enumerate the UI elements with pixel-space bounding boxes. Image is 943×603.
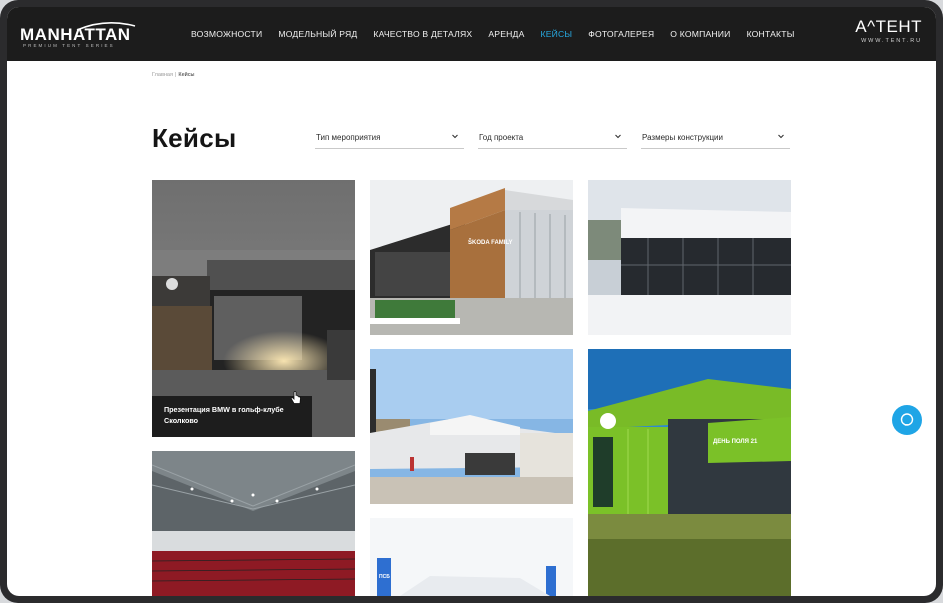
filter-event-type[interactable]: Тип мероприятия xyxy=(315,128,464,149)
bank-sign: ПСБ xyxy=(379,574,390,580)
device-frame: MANHATTAN PREMIUM TENT SERIES ВОЗМОЖНОСТ… xyxy=(0,0,943,603)
breadcrumb-home[interactable]: Главная xyxy=(152,72,173,78)
atent-logo-text: A^ТЕНТ xyxy=(855,17,922,36)
case-photo-bank: ПСБ xyxy=(370,518,573,596)
manhattan-logo[interactable]: MANHATTAN PREMIUM TENT SERIES xyxy=(20,19,136,49)
chevron-down-icon xyxy=(615,134,621,139)
case-card-skoda[interactable]: ŠKODA FAMILY xyxy=(370,180,573,335)
case-card-bank[interactable]: ПСБ xyxy=(370,518,573,596)
nav-item-cases[interactable]: КЕЙСЫ xyxy=(541,29,573,39)
atent-logo-url: WWW.TENT.RU xyxy=(861,38,922,44)
case-card-winter[interactable] xyxy=(588,180,791,335)
case-photo-winter xyxy=(588,180,791,335)
nav-item-contacts[interactable]: КОНТАКТЫ xyxy=(747,29,795,39)
browser-viewport: MANHATTAN PREMIUM TENT SERIES ВОЗМОЖНОСТ… xyxy=(7,7,936,596)
nav-item-about[interactable]: О КОМПАНИИ xyxy=(670,29,730,39)
manhattan-logo-text: MANHATTAN xyxy=(20,25,131,44)
breadcrumb-separator: | xyxy=(174,72,177,78)
green-pavilion-sign: ДЕНЬ ПОЛЯ 21 xyxy=(713,439,758,445)
chevron-down-icon xyxy=(452,134,458,139)
chat-bubble-icon xyxy=(900,413,914,426)
case-card-green[interactable]: ДЕНЬ ПОЛЯ 21 xyxy=(588,349,791,596)
filter-project-year[interactable]: Год проекта xyxy=(478,128,627,149)
skoda-sign: ŠKODA FAMILY xyxy=(468,238,513,246)
breadcrumb-current: Кейсы xyxy=(178,72,195,78)
filter-event-type-label: Тип мероприятия xyxy=(316,133,381,142)
breadcrumb: Главная | Кейсы xyxy=(152,72,194,78)
case-photo-hall xyxy=(152,451,355,596)
nav-item-models[interactable]: МОДЕЛЬНЫЙ РЯД xyxy=(278,29,357,39)
case-photo-green: ДЕНЬ ПОЛЯ 21 xyxy=(588,349,791,596)
case-card-caption: Презентация BMW в гольф-клубе Сколково xyxy=(152,396,312,437)
nav-item-gallery[interactable]: ФОТОГАЛЕРЕЯ xyxy=(588,29,654,39)
chat-button[interactable] xyxy=(892,405,922,435)
page-title: Кейсы xyxy=(152,123,237,153)
chevron-down-icon xyxy=(778,134,784,139)
hand-pointer-icon xyxy=(290,391,301,404)
manhattan-logo-subtitle: PREMIUM TENT SERIES xyxy=(23,43,115,48)
nav-item-rent[interactable]: АРЕНДА xyxy=(488,29,524,39)
case-card-expo-tent[interactable] xyxy=(370,349,573,504)
filter-construction-size-label: Размеры конструкции xyxy=(642,133,723,142)
case-card-bmw[interactable]: Презентация BMW в гольф-клубе Сколково xyxy=(152,180,355,437)
atent-logo[interactable]: A^ТЕНТ WWW.TENT.RU xyxy=(840,18,922,48)
case-photo-skoda: ŠKODA FAMILY xyxy=(370,180,573,335)
nav-item-quality[interactable]: КАЧЕСТВО В ДЕТАЛЯХ xyxy=(373,29,472,39)
filter-project-year-label: Год проекта xyxy=(479,133,524,142)
site-header: MANHATTAN PREMIUM TENT SERIES ВОЗМОЖНОСТ… xyxy=(7,7,936,61)
filter-construction-size[interactable]: Размеры конструкции xyxy=(641,128,790,149)
case-photo-expo-tent xyxy=(370,349,573,504)
nav-item-capabilities[interactable]: ВОЗМОЖНОСТИ xyxy=(191,29,262,39)
case-card-hall[interactable] xyxy=(152,451,355,596)
main-nav: ВОЗМОЖНОСТИ МОДЕЛЬНЫЙ РЯД КАЧЕСТВО В ДЕТ… xyxy=(191,7,811,61)
